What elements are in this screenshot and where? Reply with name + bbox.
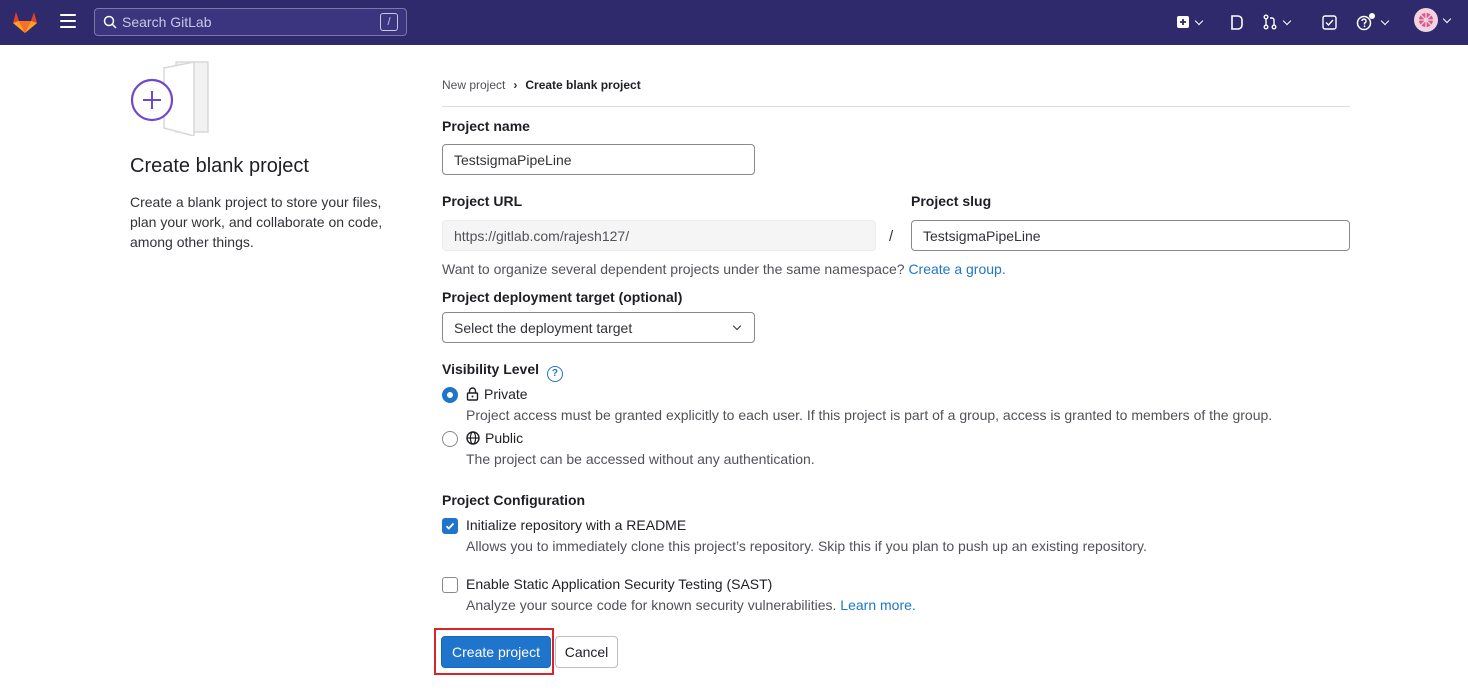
page-title: Create blank project <box>130 155 309 177</box>
breadcrumb-current: Create blank project <box>525 78 641 92</box>
project-url-input[interactable]: https://gitlab.com/rajesh127/ <box>442 220 876 251</box>
todos-link[interactable] <box>1322 12 1337 32</box>
checkmark-icon <box>445 522 455 530</box>
project-configuration-label: Project Configuration <box>442 492 586 508</box>
visibility-public-label[interactable]: Public <box>466 430 523 446</box>
visibility-public-text: Public <box>485 430 524 446</box>
search-icon <box>103 15 117 29</box>
chevron-right-icon: › <box>513 78 518 92</box>
visibility-public-radio[interactable] <box>442 431 458 447</box>
search-placeholder: Search GitLab <box>122 14 212 30</box>
question-icon[interactable]: ? <box>546 365 563 382</box>
divider <box>442 106 1350 107</box>
visibility-private-description: Project access must be granted explicitl… <box>466 407 1273 423</box>
deployment-target-select[interactable]: Select the deployment target <box>442 312 755 343</box>
issues-link[interactable] <box>1230 12 1244 32</box>
help-icon <box>1356 13 1375 31</box>
sast-label[interactable]: Enable Static Application Security Testi… <box>466 576 772 592</box>
lock-icon <box>466 387 479 401</box>
menu-icon[interactable] <box>60 14 76 28</box>
page-description: Create a blank project to store your fil… <box>130 194 383 250</box>
todo-check-icon <box>1322 14 1337 30</box>
readme-description: Allows you to immediately clone this pro… <box>466 538 1147 554</box>
gitlab-logo-icon[interactable] <box>12 10 38 34</box>
project-name-label: Project name <box>442 118 530 134</box>
readme-label[interactable]: Initialize repository with a README <box>466 517 686 533</box>
visibility-level-text: Visibility Level <box>442 361 540 377</box>
merge-requests-menu[interactable] <box>1262 12 1292 32</box>
project-url-label: Project URL <box>442 193 523 209</box>
project-url-value: https://gitlab.com/rajesh127/ <box>454 227 630 244</box>
project-slug-value: TestsigmaPipeLine <box>923 227 1041 244</box>
globe-icon <box>466 431 480 445</box>
learn-more-link[interactable]: Learn more. <box>840 597 915 613</box>
visibility-private-text: Private <box>484 386 528 402</box>
visibility-level-label: Visibility Level ? <box>442 361 563 382</box>
sast-description: Analyze your source code for known secur… <box>466 597 916 613</box>
project-slug-input[interactable]: TestsigmaPipeLine <box>911 220 1350 251</box>
top-navbar: Search GitLab / <box>0 0 1468 45</box>
visibility-public-description: The project can be accessed without any … <box>466 451 815 467</box>
namespace-help: Want to organize several dependent proje… <box>442 261 1006 277</box>
chevron-down-icon <box>1442 14 1452 23</box>
deployment-target-label: Project deployment target (optional) <box>442 289 683 305</box>
chevron-down-icon <box>1282 16 1292 25</box>
create-group-link[interactable]: Create a group. <box>908 261 1005 277</box>
sast-checkbox[interactable] <box>442 577 458 593</box>
readme-checkbox[interactable] <box>442 518 458 534</box>
issues-icon <box>1231 14 1243 30</box>
chevron-down-icon <box>732 321 742 331</box>
avatar <box>1414 8 1438 32</box>
visibility-private-label[interactable]: Private <box>466 386 528 402</box>
chevron-down-icon <box>1194 16 1204 25</box>
blank-project-illustration <box>130 61 209 136</box>
merge-request-icon <box>1263 14 1277 30</box>
breadcrumb-new-project[interactable]: New project <box>442 78 505 92</box>
create-project-button[interactable]: Create project <box>441 636 551 668</box>
plus-square-icon <box>1177 16 1189 28</box>
help-menu[interactable] <box>1356 12 1390 32</box>
user-menu[interactable] <box>1414 8 1452 32</box>
project-name-input[interactable]: TestsigmaPipeLine <box>442 144 755 175</box>
chevron-down-icon <box>1380 16 1390 25</box>
namespace-help-text: Want to organize several dependent proje… <box>442 261 905 277</box>
cancel-button[interactable]: Cancel <box>555 636 618 668</box>
project-name-value: TestsigmaPipeLine <box>454 151 572 168</box>
url-separator: / <box>889 228 894 245</box>
create-new-menu[interactable] <box>1176 12 1204 32</box>
deployment-target-value: Select the deployment target <box>454 319 633 336</box>
visibility-private-radio[interactable] <box>442 387 458 403</box>
search-input[interactable]: Search GitLab / <box>94 8 407 36</box>
project-slug-label: Project slug <box>911 193 992 209</box>
search-shortcut-key: / <box>380 13 398 31</box>
sast-description-text: Analyze your source code for known secur… <box>466 597 837 613</box>
breadcrumb: New project › Create blank project <box>442 78 641 92</box>
